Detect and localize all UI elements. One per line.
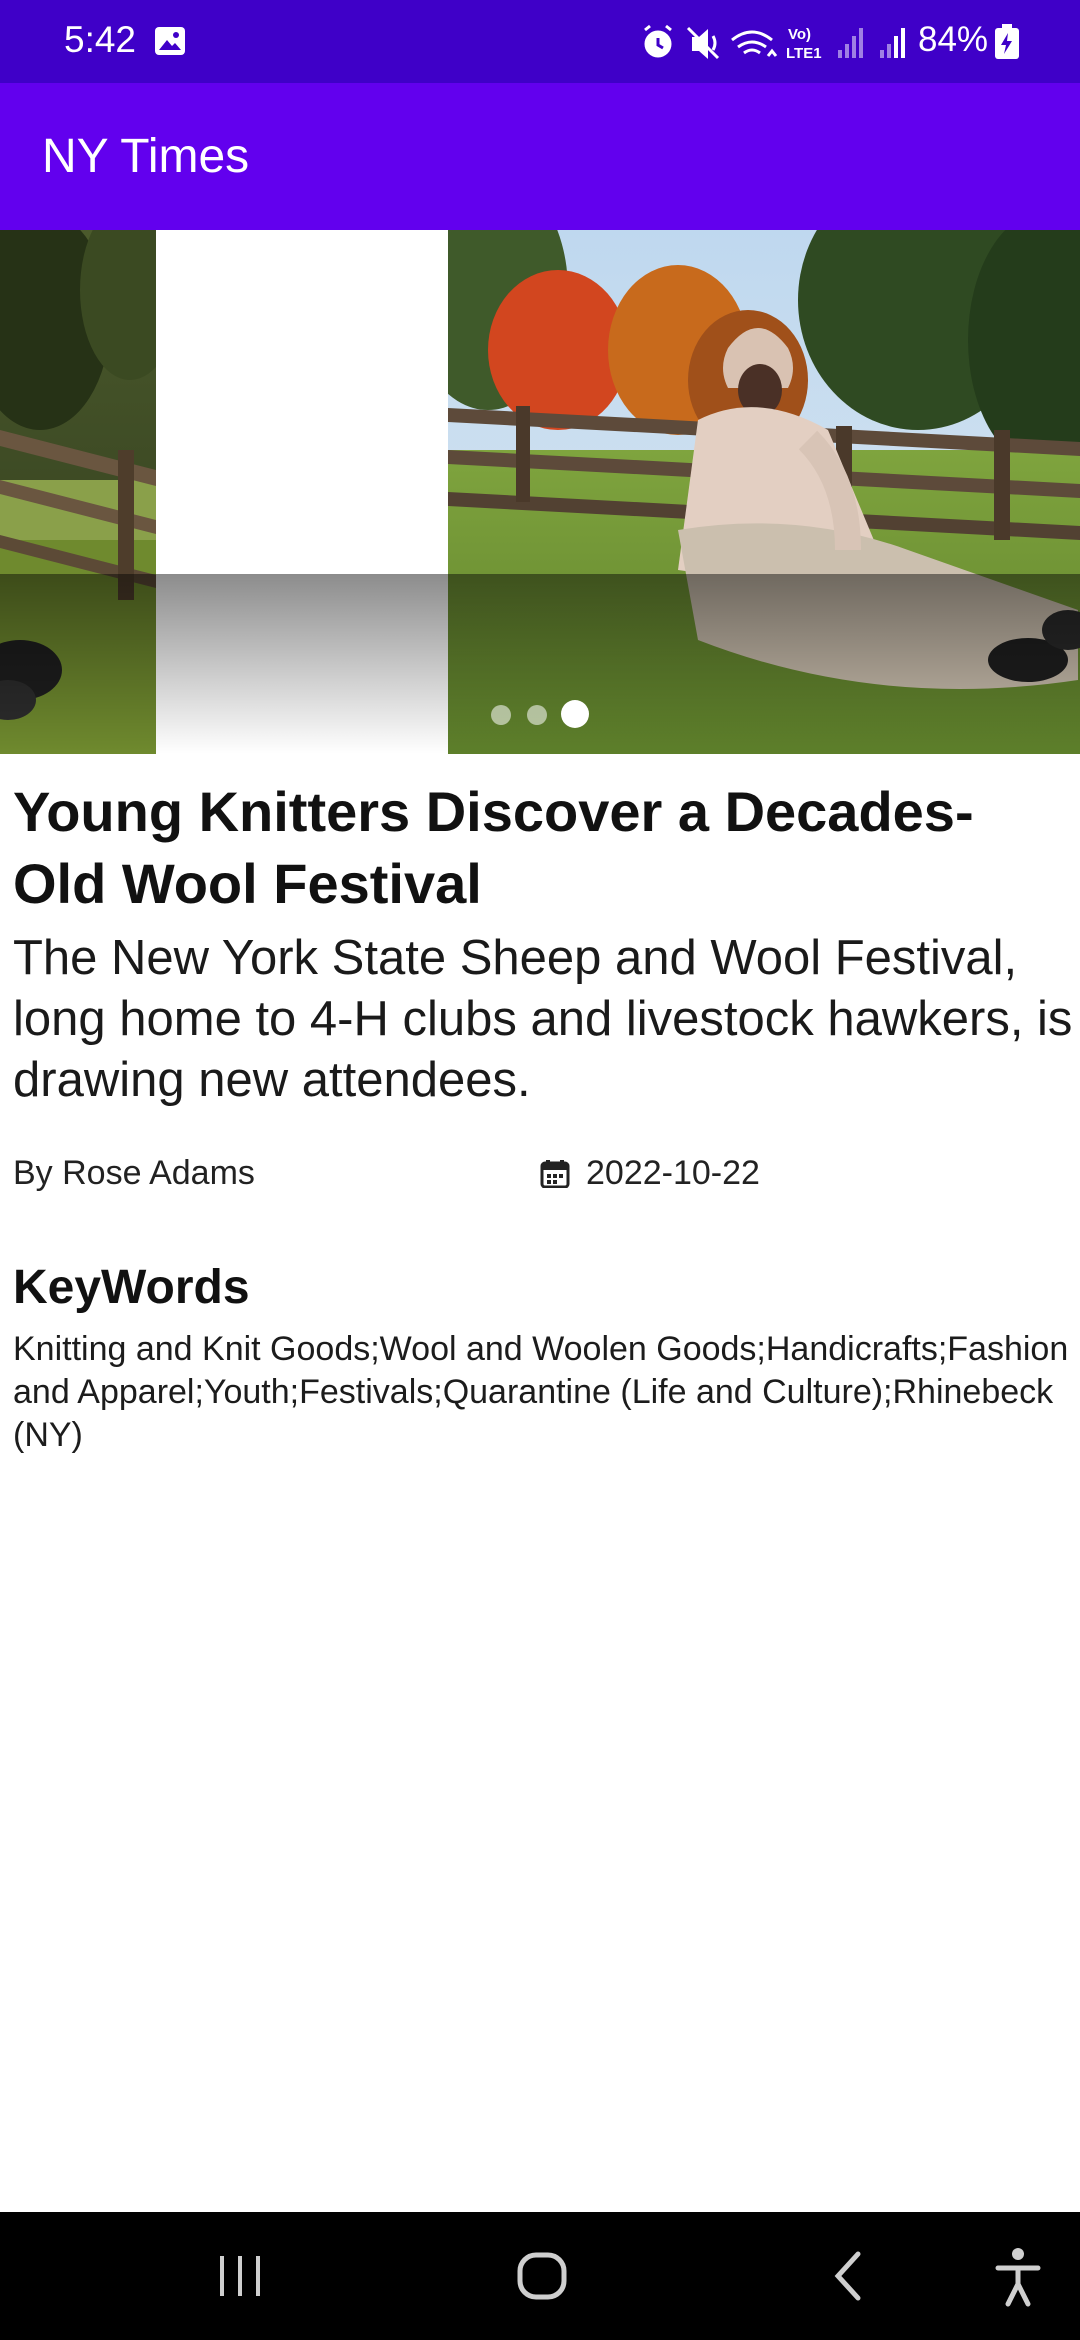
wifi-icon [731,30,778,57]
navigation-bar [0,2212,1080,2340]
battery-percent: 84% [918,20,989,59]
keywords-text: Knitting and Knit Goods;Wool and Woolen … [13,1330,1069,1454]
photo-park-fence [0,230,156,754]
signal-icon [838,28,863,58]
article-abstract: The New York State Sheep and Wool Festiv… [13,931,1073,1107]
article-headline: Young Knitters Discover a Decades-Old Wo… [13,780,974,915]
status-icons: Vo) LTE1 [644,24,905,62]
signal-icon [880,28,905,58]
article-detail-screen: 5:42 Vo) LTE1 84% NY Times Young Knitter… [0,0,1080,2340]
carousel-dot-3-active[interactable] [561,700,589,728]
back-icon[interactable] [820,2212,880,2340]
carousel-slide-current[interactable] [448,230,1080,754]
keywords-title: KeyWords [13,1261,250,1314]
image-carousel[interactable] [0,230,1080,754]
status-time: 5:42 [64,19,137,60]
article-byline: By Rose Adams [13,1154,255,1192]
carousel-dot-2[interactable] [527,705,547,725]
recents-icon[interactable] [210,2212,270,2340]
home-icon[interactable] [512,2212,572,2340]
carousel-slide-previous[interactable] [0,230,156,754]
alarm-icon [644,24,672,58]
gallery-icon [155,27,185,55]
app-title: NY Times [42,130,250,183]
article-date-text: 2022-10-22 [586,1154,760,1192]
accessibility-icon[interactable] [990,2212,1050,2340]
svg-text:Vo): Vo) [788,26,811,43]
battery-charging-icon [995,24,1019,59]
status-bar: 5:42 Vo) LTE1 84% [0,0,1080,83]
app-bar: NY Times [0,83,1080,230]
carousel-dot-1[interactable] [491,705,511,725]
svg-text:LTE1: LTE1 [786,45,822,62]
mute-icon [686,26,720,60]
carousel-slide-loading[interactable] [156,230,448,754]
calendar-icon [540,1160,570,1188]
volte-icon: Vo) LTE1 [786,26,822,62]
photo-knitter-in-field [448,230,1080,754]
